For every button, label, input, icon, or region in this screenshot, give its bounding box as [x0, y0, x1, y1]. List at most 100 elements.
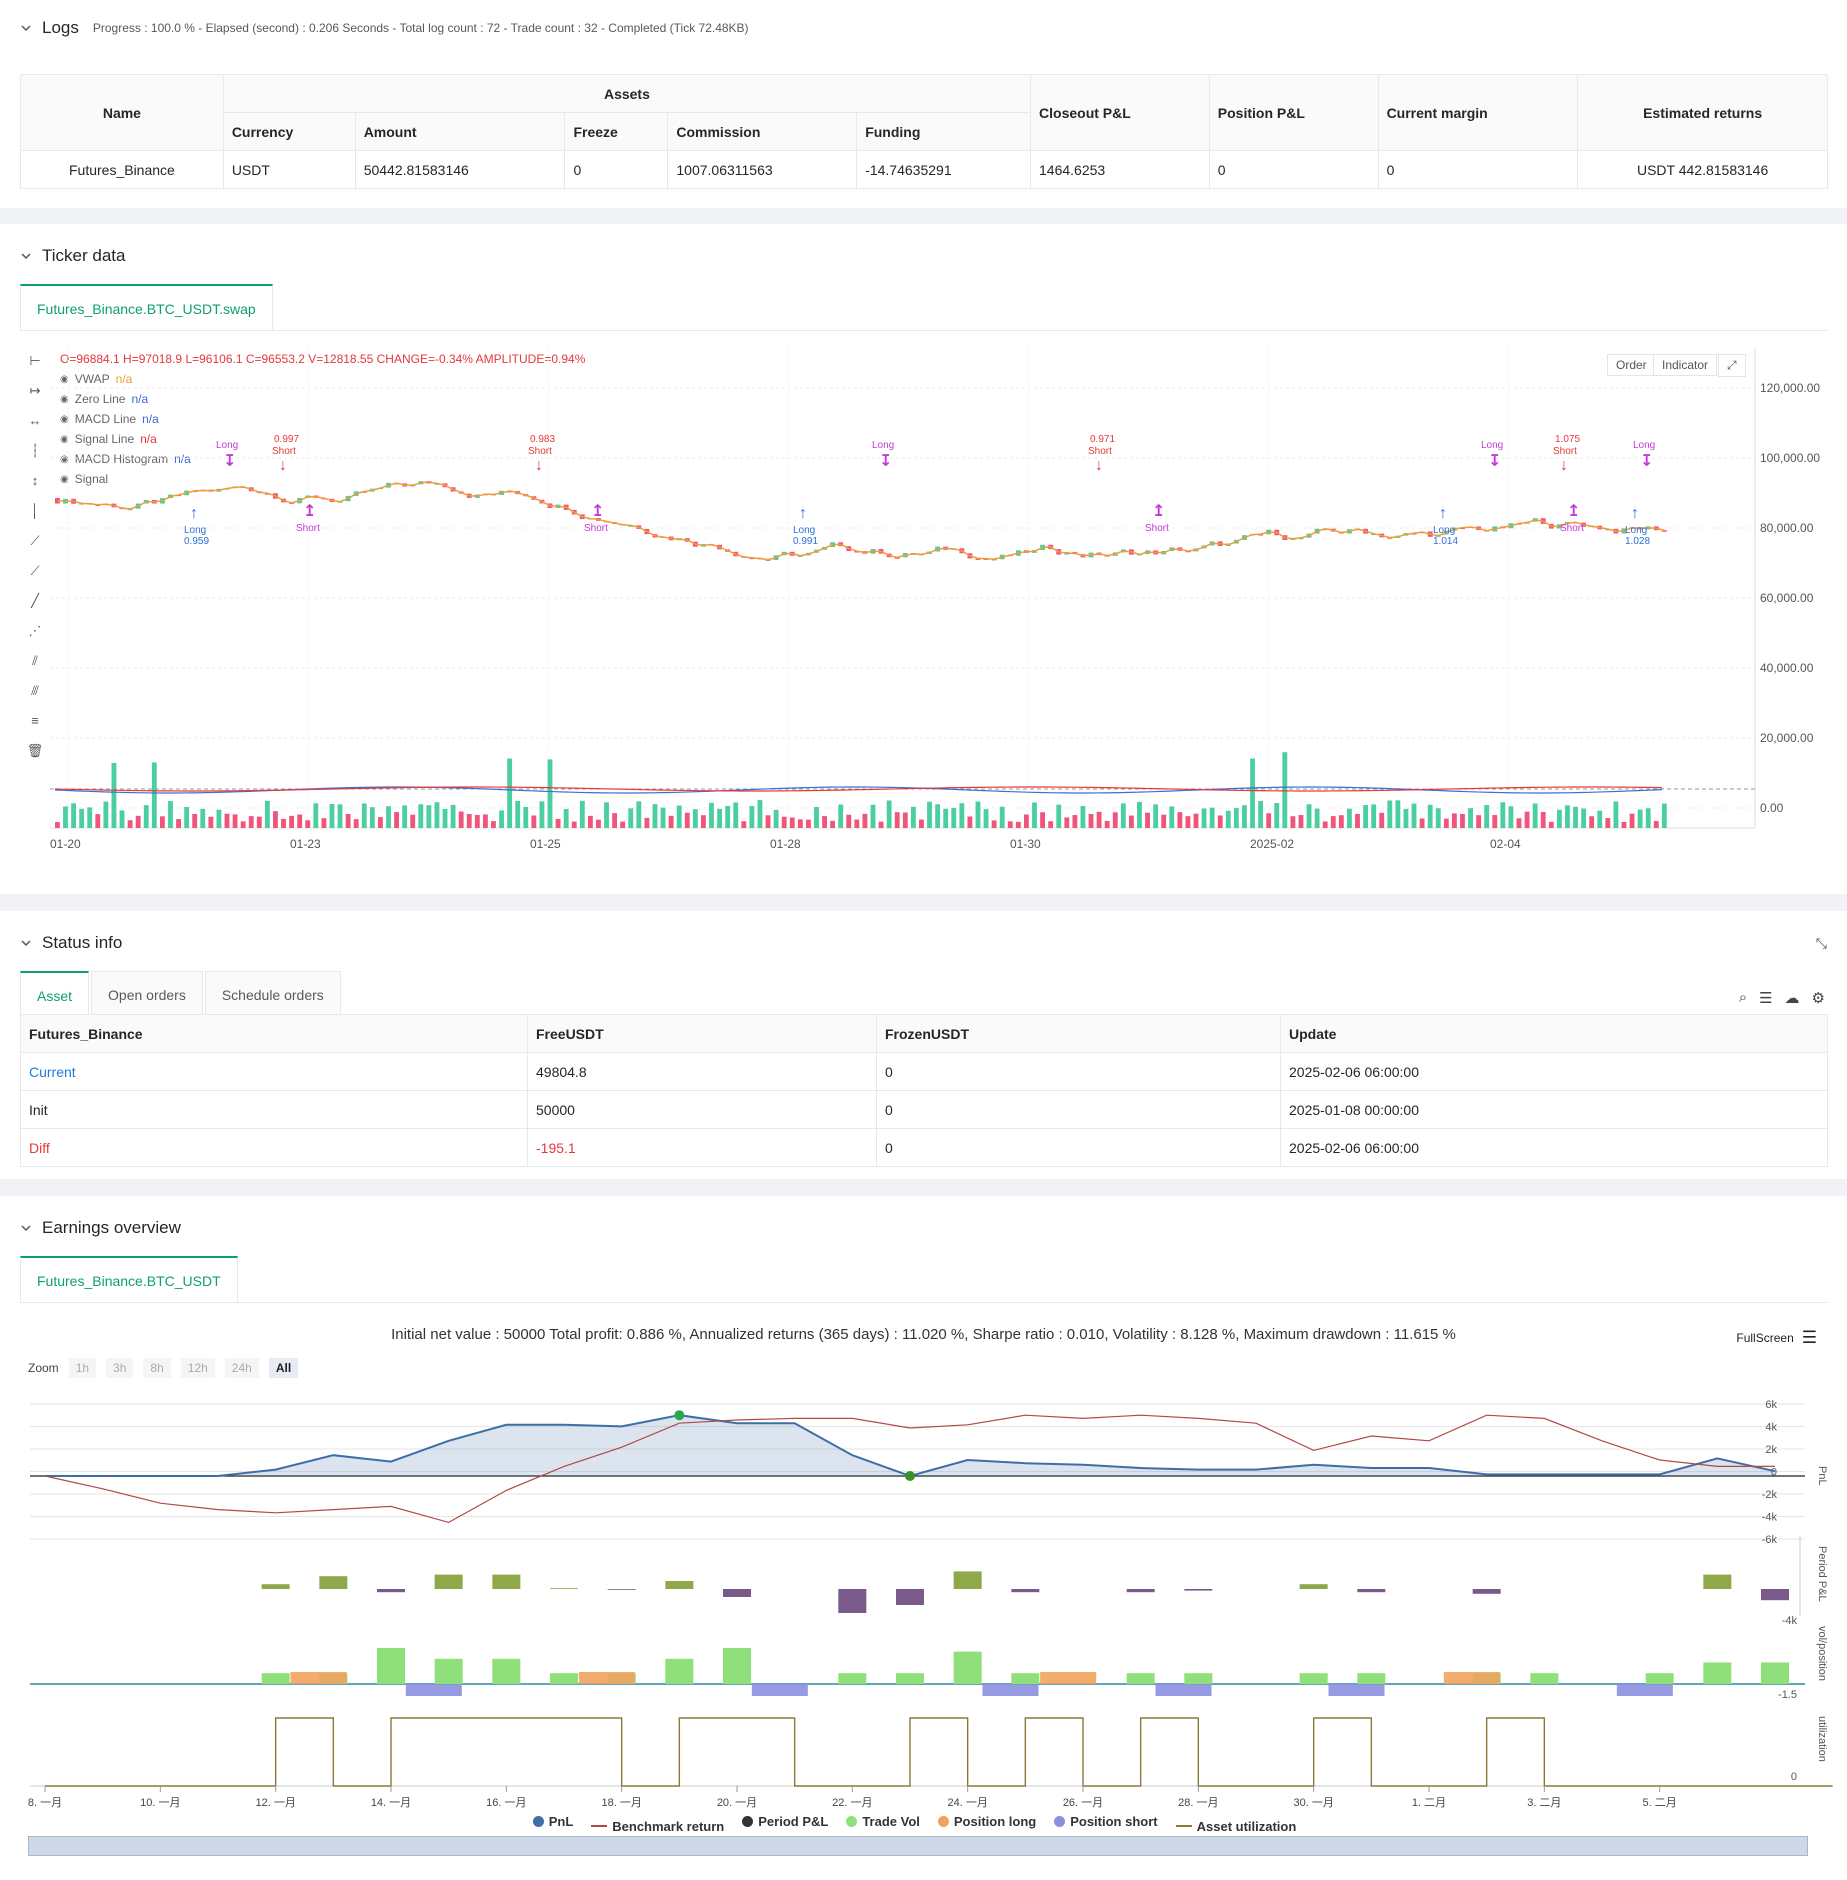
volume-bar — [563, 808, 569, 828]
volume-bar — [297, 814, 303, 828]
fullscreen-button[interactable]: FullScreen ☰ — [1736, 1328, 1817, 1348]
logs-header[interactable]: Logs Progress : 100.0 % - Elapsed (secon… — [20, 16, 749, 40]
volume-bar — [1347, 808, 1352, 828]
search-icon[interactable]: ⌕ — [1739, 989, 1747, 1007]
period-pnl-bar — [261, 1584, 290, 1589]
volume-bar — [482, 814, 488, 828]
chevron-down-icon[interactable] — [20, 250, 32, 262]
short-arrow: ↓ — [279, 457, 287, 474]
x-tick-label: 14. 一月 — [371, 1797, 411, 1809]
col-estimated-returns: Estimated returns — [1577, 74, 1828, 151]
row-label-init: Init — [20, 1090, 528, 1129]
col-amount: Amount — [354, 112, 566, 151]
y-tick-label: 0.00 — [1760, 801, 1784, 815]
volume-bar — [353, 819, 359, 828]
exit-arrow: ↧ — [1488, 453, 1501, 470]
navigator-scrollbar[interactable] — [28, 1836, 1808, 1856]
volume-bar — [1120, 803, 1126, 828]
cell: 1464.6253 — [1030, 150, 1210, 189]
volume-bar — [1613, 801, 1619, 828]
tab-asset[interactable]: Asset — [20, 971, 90, 1017]
cell: USDT 442.81583146 — [1577, 150, 1828, 189]
status-header[interactable]: Status info — [20, 931, 122, 955]
ticker-header[interactable]: Ticker data — [20, 244, 125, 268]
zoom-12h[interactable]: 12h — [180, 1358, 215, 1378]
chevron-down-icon[interactable] — [20, 937, 32, 949]
earnings-chart[interactable]: 6k 4k 2k 0 -2k -4k -6k PnL -4k Period P&L -1.5 vol/… — [0, 1386, 1847, 1866]
ppl-tick-label: -4k — [1782, 1615, 1798, 1627]
cloud-download-icon[interactable]: ☁ — [1785, 989, 1800, 1007]
pnl-tick-label: -4k — [1762, 1512, 1778, 1524]
legend-item[interactable]: Position long — [937, 1814, 1036, 1829]
legend-item[interactable]: Period P&L — [742, 1814, 828, 1829]
zoom-8h[interactable]: 8h — [143, 1358, 171, 1378]
volume-bar — [402, 805, 408, 828]
ticker-tabs: Futures_Binance.BTC_USDT.swap — [20, 284, 1828, 331]
x-tick-label: 01-28 — [770, 837, 801, 851]
zoom-all[interactable]: All — [268, 1358, 299, 1378]
list-icon[interactable]: ☰ — [1759, 989, 1772, 1007]
row-label-current[interactable]: Current — [20, 1052, 528, 1091]
trade-vol-bar — [550, 1673, 578, 1684]
legend-swatch — [1054, 1816, 1066, 1827]
zoom-1h[interactable]: 1h — [68, 1358, 97, 1378]
volume-bar — [733, 802, 739, 828]
trade-vol-bar — [1357, 1673, 1386, 1684]
tab-btc-usdt[interactable]: Futures_Binance.BTC_USDT — [20, 1256, 238, 1302]
tab-schedule-orders[interactable]: Schedule orders — [204, 971, 341, 1017]
period-pnl-bar — [434, 1574, 463, 1589]
exit-label: Long — [872, 440, 894, 451]
ticker-chart[interactable]: 120,000.00 100,000.00 80,000.00 60,000.00 40… — [0, 338, 1847, 878]
legend-item[interactable]: PnL — [532, 1814, 574, 1829]
zoom-24h[interactable]: 24h — [224, 1358, 259, 1378]
gear-icon[interactable]: ⚙ — [1812, 989, 1825, 1007]
tab-open-orders[interactable]: Open orders — [91, 971, 203, 1017]
trade-vol-bar — [492, 1658, 521, 1684]
tab-btc-swap[interactable]: Futures_Binance.BTC_USDT.swap — [20, 284, 273, 330]
volume-bar — [337, 804, 343, 828]
legend-swatch — [1175, 1825, 1192, 1827]
volume-bar — [1565, 805, 1570, 828]
earnings-header[interactable]: Earnings overview — [20, 1216, 181, 1240]
legend-label: Trade Vol — [862, 1814, 920, 1829]
legend-item[interactable]: Benchmark return — [591, 1819, 724, 1834]
legend-label: PnL — [548, 1814, 574, 1829]
legend-item[interactable]: Trade Vol — [846, 1814, 920, 1829]
exit-label: Long — [216, 440, 238, 451]
period-pnl-bar — [1299, 1584, 1328, 1589]
collapse-icon[interactable]: ⤡ — [1816, 935, 1827, 952]
x-tick-label: 12. 一月 — [255, 1797, 295, 1809]
volume-bar — [967, 816, 973, 828]
x-tick-label: 18. 一月 — [601, 1797, 641, 1809]
legend-item[interactable]: Asset utilization — [1175, 1819, 1296, 1834]
position-short-bar — [751, 1684, 808, 1696]
exit-arrow: ↥ — [303, 503, 316, 520]
volume-bar — [1476, 815, 1482, 828]
legend-label: Position short — [1070, 1814, 1158, 1829]
volume-bar — [1581, 808, 1587, 828]
volume-bar — [910, 806, 916, 828]
volume-bar — [1250, 758, 1255, 828]
position-short-bar — [1616, 1684, 1673, 1696]
trade-vol-bar — [1530, 1673, 1559, 1684]
exit-arrow: ↧ — [879, 453, 892, 470]
table-row: Diff -195.1 0 2025-02-06 06:00:00 — [20, 1128, 1828, 1167]
zoom-3h[interactable]: 3h — [106, 1358, 134, 1378]
trade-vol-bar — [1703, 1662, 1732, 1684]
volume-bar — [749, 806, 755, 828]
legend-item[interactable]: Position short — [1054, 1814, 1158, 1829]
volume-bar — [442, 808, 448, 828]
menu-icon[interactable]: ☰ — [1802, 1328, 1817, 1348]
exit-label: Short — [1145, 523, 1169, 534]
volume-bar — [474, 814, 480, 828]
chevron-down-icon[interactable] — [20, 1222, 32, 1234]
period-pnl-bar — [492, 1574, 521, 1589]
cell: 1007.06311563 — [667, 150, 858, 189]
volume-bar — [886, 800, 892, 828]
chevron-down-icon[interactable] — [20, 22, 32, 34]
volume-bar — [943, 808, 949, 828]
exit-arrow: ↥ — [1152, 503, 1165, 520]
period-pnl-bar — [319, 1576, 348, 1589]
volume-bar — [216, 809, 222, 828]
volume-bar — [709, 802, 714, 828]
